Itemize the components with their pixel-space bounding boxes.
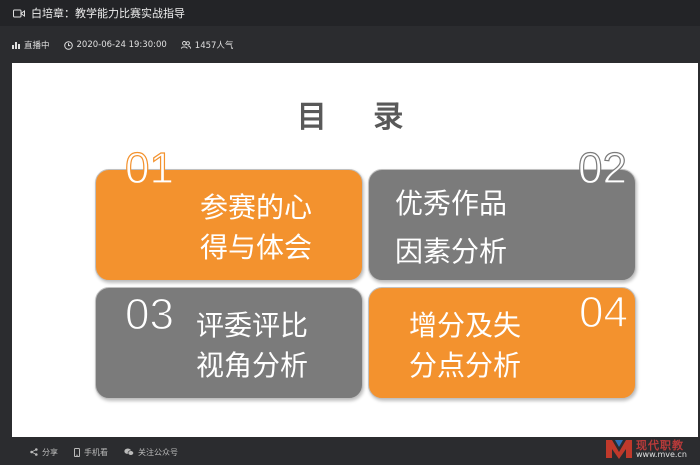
video-camera-icon (13, 7, 27, 19)
toc-card-02-number: 02 (577, 144, 627, 193)
start-time-label: 2020-06-24 19:30:00 (76, 40, 167, 50)
viewer-count-label: 1457人气 (194, 41, 234, 51)
toc-card-01-line1: 参赛的心 (200, 191, 313, 224)
wechat-icon (124, 448, 134, 456)
mobile-view-label: 手机看 (84, 447, 108, 457)
toc-card-03-line2: 视角分析 (196, 349, 309, 382)
toc-card-03-number: 03 (124, 290, 174, 339)
share-icon (30, 448, 38, 456)
presentation-slide: 目 录 参赛的心 得与体会 01 优秀作品 因素分析 02 评委评比 视角分析 … (12, 63, 698, 437)
slide-heading: 目 录 (296, 100, 422, 135)
toc-card-01-line2: 得与体会 (200, 231, 313, 264)
site-watermark: 现代职教 www.mve.cn (606, 437, 692, 461)
clock-icon (63, 40, 73, 50)
window-title: 白培章：教学能力比赛实战指导 (31, 7, 185, 20)
toc-card-01-number: 01 (124, 144, 174, 193)
live-status-label: 直播中 (24, 41, 50, 51)
users-icon (180, 41, 191, 49)
viewer-count: 1457人气 (180, 39, 234, 51)
live-meta-bar: 直播中 2020-06-24 19:30:00 1457人气 (0, 36, 233, 54)
live-status: 直播中 (12, 39, 50, 51)
mve-logo-icon (606, 440, 632, 459)
start-time: 2020-06-24 19:30:00 (63, 40, 167, 50)
toc-card-04-line2: 分点分析 (409, 349, 522, 382)
toc-card-02-line1: 优秀作品 (395, 187, 508, 220)
toc-card-03-line1: 评委评比 (196, 309, 309, 342)
toc-card-04-number: 04 (578, 288, 628, 337)
share-label: 分享 (42, 447, 58, 457)
bottom-toolbar: 分享 手机看 关注公众号 (0, 439, 700, 465)
phone-icon (74, 447, 80, 457)
title-bar: 白培章：教学能力比赛实战指导 (0, 0, 700, 26)
follow-account-button[interactable]: 关注公众号 (124, 447, 178, 458)
share-button[interactable]: 分享 (30, 447, 58, 458)
toc-card-04-line1: 增分及失 (409, 309, 522, 342)
bar-chart-icon (12, 42, 20, 49)
follow-account-label: 关注公众号 (138, 447, 178, 457)
watermark-url: www.mve.cn (636, 450, 687, 459)
toc-card-02-line2: 因素分析 (395, 235, 508, 268)
mobile-view-button[interactable]: 手机看 (74, 447, 108, 458)
